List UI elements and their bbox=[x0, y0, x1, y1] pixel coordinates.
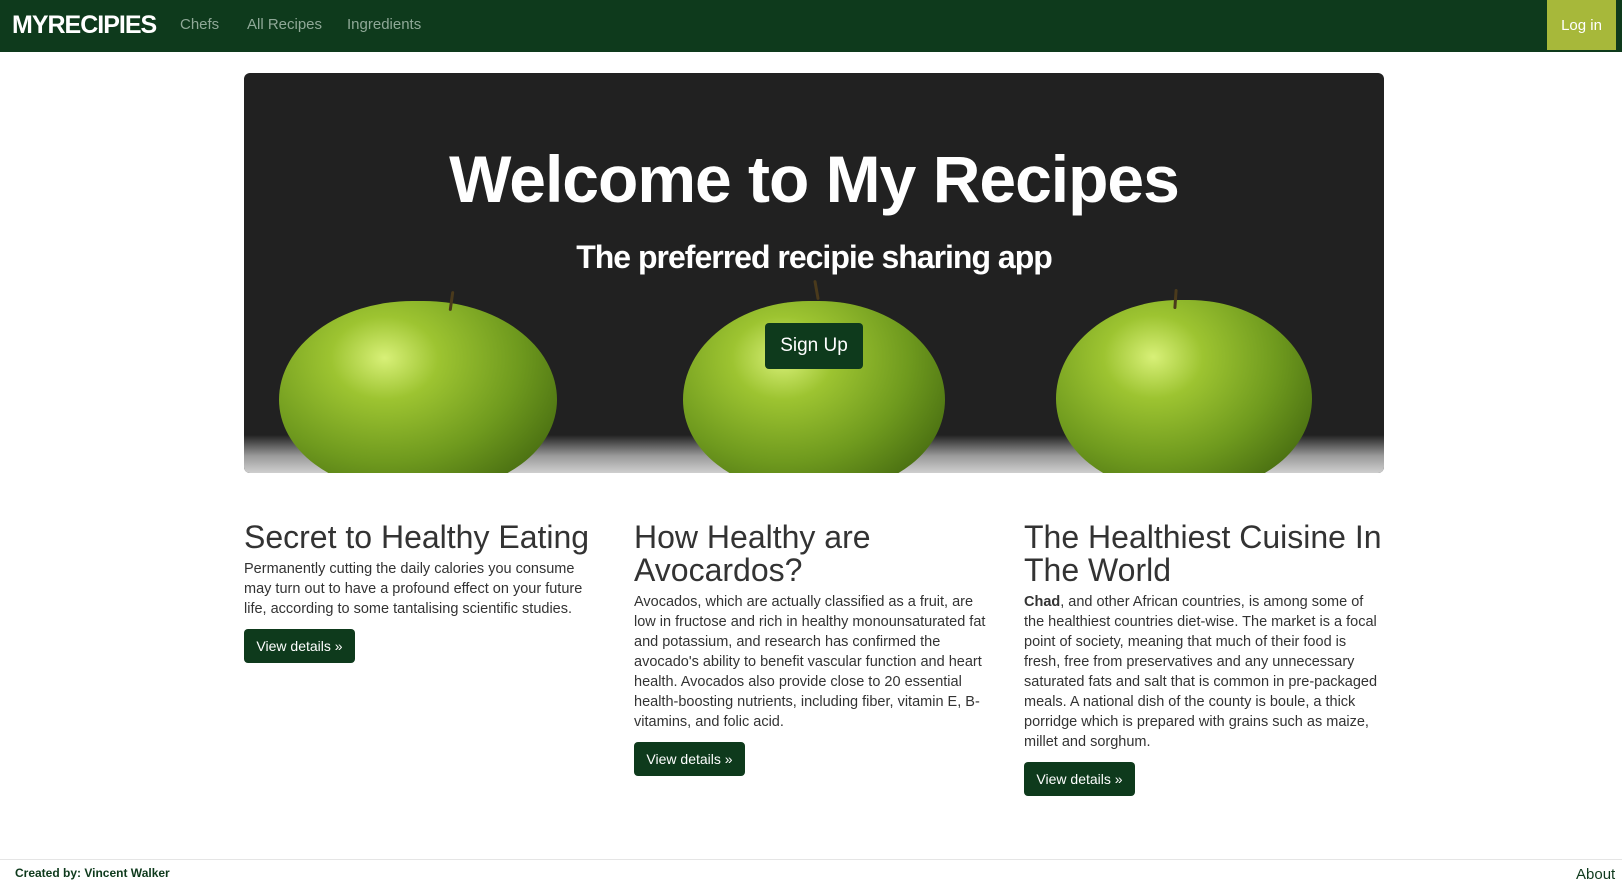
apple-image bbox=[1056, 300, 1312, 473]
view-details-button[interactable]: View details » bbox=[244, 629, 355, 663]
footer-about-link[interactable]: About bbox=[1576, 866, 1615, 883]
apple-stem bbox=[813, 279, 820, 301]
nav-link-chefs[interactable]: Chefs bbox=[180, 16, 219, 33]
nav-link-all-recipes[interactable]: All Recipes bbox=[247, 16, 322, 33]
article-text: Chad, and other African countries, is am… bbox=[1024, 592, 1384, 752]
article-healthiest-cuisine: The Healthiest Cuisine In The World Chad… bbox=[1024, 521, 1384, 796]
article-text: Permanently cutting the daily calories y… bbox=[244, 561, 583, 617]
article-title: The Healthiest Cuisine In The World bbox=[1024, 519, 1382, 588]
hero-jumbotron: Welcome to My Recipes The preferred reci… bbox=[244, 73, 1384, 473]
article-healthy-eating: Secret to Healthy Eating Permanently cut… bbox=[244, 521, 604, 663]
footer-credit: Created by: Vincent Walker bbox=[15, 866, 170, 880]
view-details-button[interactable]: View details » bbox=[634, 742, 745, 776]
brand-logo[interactable]: MYRECIPIES bbox=[12, 11, 157, 40]
article-title: How Healthy are Avocardos? bbox=[634, 519, 871, 588]
top-navbar: MYRECIPIES Chefs All Recipes Ingredients… bbox=[0, 0, 1622, 52]
hero-subtitle: The preferred recipie sharing app bbox=[576, 239, 1053, 275]
login-button[interactable]: Log in bbox=[1547, 0, 1616, 50]
apple-image bbox=[279, 301, 557, 473]
footer-divider bbox=[0, 859, 1622, 860]
signup-button[interactable]: Sign Up bbox=[765, 323, 863, 369]
article-text-bold: Chad bbox=[1024, 594, 1061, 610]
article-text: Avocados, which are actually classified … bbox=[634, 594, 986, 730]
article-title: Secret to Healthy Eating bbox=[244, 519, 590, 555]
view-details-button[interactable]: View details » bbox=[1024, 762, 1135, 796]
hero-title: Welcome to My Recipes bbox=[449, 142, 1180, 216]
article-avocados: How Healthy are Avocardos? Avocados, whi… bbox=[634, 521, 994, 776]
nav-link-ingredients[interactable]: Ingredients bbox=[347, 16, 421, 33]
article-text-rest: , and other African countries, is among … bbox=[1024, 594, 1378, 750]
